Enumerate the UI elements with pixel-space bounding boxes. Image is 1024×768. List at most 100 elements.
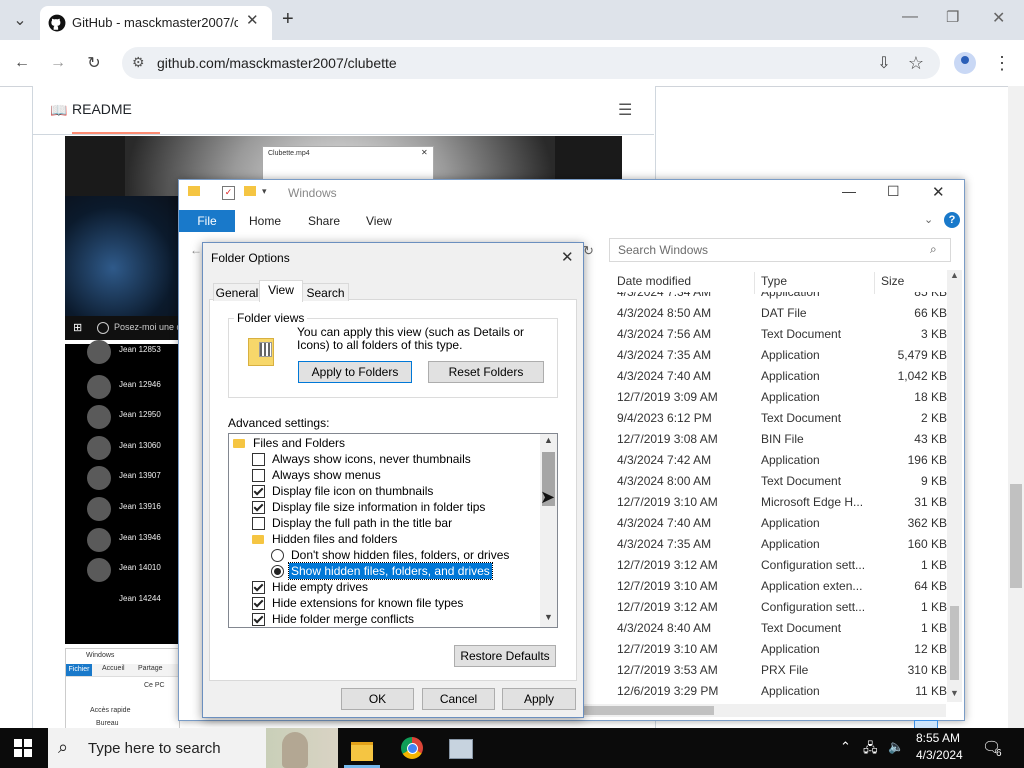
file-list-hscrollbar[interactable] xyxy=(584,704,946,717)
radio-button[interactable] xyxy=(271,549,284,562)
file-list-scrollbar-thumb[interactable] xyxy=(950,606,959,680)
ribbon-file-tab[interactable]: File xyxy=(179,210,235,232)
file-row[interactable]: 4/3/2024 7:42 AM Application 196 KB xyxy=(610,450,950,471)
browser-tab[interactable]: GitHub - masckmaster2007/clu ✕ xyxy=(40,6,272,40)
column-size[interactable]: Size xyxy=(881,268,904,294)
file-list-scrollbar[interactable]: ▲ ▼ xyxy=(947,270,962,702)
explorer-maximize-icon[interactable]: ☐ xyxy=(887,183,900,200)
file-row[interactable]: 12/6/2019 3:29 PM Application 11 KB xyxy=(610,681,950,702)
advanced-settings-list[interactable]: Files and Folders Always show icons, neve… xyxy=(228,433,558,628)
explorer-search-box[interactable]: Search Windows ⌕ xyxy=(609,238,951,262)
file-row[interactable]: 4/3/2024 7:56 AM Text Document 3 KB xyxy=(610,324,950,345)
checkbox[interactable] xyxy=(252,501,265,514)
tab-close-icon[interactable]: ✕ xyxy=(246,11,259,29)
file-row[interactable]: 12/7/2019 3:08 AM BIN File 43 KB xyxy=(610,429,950,450)
advanced-setting-item[interactable]: Display file icon on thumbnails xyxy=(229,483,539,499)
scroll-up-arrow-icon[interactable]: ▲ xyxy=(950,270,959,280)
explorer-back-arrow-icon[interactable]: ← xyxy=(190,243,202,257)
ribbon-share-tab[interactable]: Share xyxy=(308,214,340,228)
ribbon-expand-chevron-icon[interactable]: ⌄ xyxy=(924,213,933,226)
chrome-taskbar-icon[interactable] xyxy=(401,737,423,759)
apply-to-folders-button[interactable]: Apply to Folders xyxy=(298,361,412,383)
volume-muted-icon[interactable]: 🔈 xyxy=(888,739,904,755)
scroll-down-arrow-icon[interactable]: ▼ xyxy=(950,688,959,698)
clock-time[interactable]: 8:55 AM xyxy=(916,731,960,745)
checkbox[interactable] xyxy=(252,613,265,626)
reload-icon[interactable]: ↻ xyxy=(80,49,108,77)
advanced-setting-item[interactable]: Display the full path in the title bar xyxy=(229,515,539,531)
show-hidden-icons-chevron-icon[interactable]: ⌃ xyxy=(840,739,851,755)
file-row[interactable]: 12/7/2019 3:12 AM Configuration sett... 1 … xyxy=(610,555,950,576)
readme-tab[interactable]: README xyxy=(72,101,160,134)
ribbon-view-tab[interactable]: View xyxy=(366,214,392,228)
checkbox[interactable] xyxy=(252,453,265,466)
advanced-setting-item[interactable]: Always show menus xyxy=(229,467,539,483)
file-list-hscrollbar-thumb[interactable] xyxy=(584,706,714,715)
tab-view[interactable]: View xyxy=(259,280,303,302)
file-explorer-taskbar-icon[interactable] xyxy=(346,740,378,761)
column-type[interactable]: Type xyxy=(761,268,787,294)
advanced-setting-item[interactable]: Don't show hidden files, folders, or dri… xyxy=(229,547,539,563)
file-row[interactable]: 4/3/2024 7:35 AM Application 160 KB xyxy=(610,534,950,555)
file-row[interactable]: 12/7/2019 3:09 AM Application 18 KB xyxy=(610,387,950,408)
clock-date[interactable]: 4/3/2024 xyxy=(916,748,963,762)
window-close-icon[interactable]: ✕ xyxy=(992,8,1005,28)
minimize-icon[interactable]: — xyxy=(902,8,918,26)
advanced-setting-item[interactable]: Hidden files and folders xyxy=(229,531,539,547)
checkbox[interactable] xyxy=(252,469,265,482)
column-date-modified[interactable]: Date modified xyxy=(617,268,691,294)
file-row[interactable]: 4/3/2024 7:40 AM Application 362 KB xyxy=(610,513,950,534)
file-row[interactable]: 12/7/2019 3:10 AM Application exten... 64 … xyxy=(610,576,950,597)
file-row[interactable]: 4/3/2024 8:40 AM Text Document 1 KB xyxy=(610,618,950,639)
reset-folders-button[interactable]: Reset Folders xyxy=(428,361,544,383)
tab-search[interactable]: Search xyxy=(302,283,349,301)
explorer-search-icon[interactable]: ⌕ xyxy=(930,242,937,257)
checkbox[interactable] xyxy=(252,597,265,610)
taskbar-search-box[interactable]: ⌕ Type here to search xyxy=(48,728,338,768)
file-row[interactable]: 12/7/2019 3:10 AM Microsoft Edge H... 31 K… xyxy=(610,492,950,513)
page-scrollbar[interactable] xyxy=(1008,86,1024,732)
site-info-icon[interactable]: ⚙ xyxy=(132,54,145,71)
explorer-close-icon[interactable]: ✕ xyxy=(932,183,945,201)
adv-scroll-up-icon[interactable]: ▲ xyxy=(544,435,553,445)
page-scrollbar-thumb[interactable] xyxy=(1010,484,1022,588)
restore-defaults-button[interactable]: Restore Defaults xyxy=(454,645,556,667)
tab-general[interactable]: General xyxy=(213,283,261,301)
advanced-setting-item[interactable]: Always show icons, never thumbnails xyxy=(229,451,539,467)
radio-button[interactable] xyxy=(271,565,284,578)
cancel-button[interactable]: Cancel xyxy=(422,688,495,710)
ribbon-home-tab[interactable]: Home xyxy=(249,214,281,228)
app-taskbar-icon[interactable] xyxy=(449,739,473,759)
new-folder-icon[interactable] xyxy=(244,186,256,196)
quick-access-dropdown-icon[interactable]: ▾ xyxy=(262,186,267,197)
apply-button[interactable]: Apply xyxy=(502,688,576,710)
forward-arrow-icon[interactable]: → xyxy=(44,49,72,77)
file-row[interactable]: 12/7/2019 3:10 AM Application 12 KB xyxy=(610,639,950,660)
file-row[interactable]: 4/3/2024 7:35 AM Application 5,479 KB xyxy=(610,345,950,366)
tab-search-chevron-icon[interactable]: ⌄ xyxy=(6,6,34,34)
checkbox[interactable] xyxy=(252,581,265,594)
advanced-setting-item[interactable]: Show hidden files, folders, and drives xyxy=(229,562,539,580)
checkbox[interactable] xyxy=(252,485,265,498)
explorer-refresh-icon[interactable]: ↻ xyxy=(583,243,594,259)
file-row[interactable]: 9/4/2023 6:12 PM Text Document 2 KB xyxy=(610,408,950,429)
file-row[interactable]: 4/3/2024 7:34 AM Application 85 KB xyxy=(610,292,950,303)
checkbox[interactable] xyxy=(252,517,265,530)
menu-kebab-icon[interactable]: ⋮ xyxy=(988,49,1016,77)
advanced-setting-item[interactable]: Display file size information in folder … xyxy=(229,499,539,515)
install-app-icon[interactable]: ⇩ xyxy=(870,49,898,77)
help-icon[interactable]: ? xyxy=(944,212,960,228)
explorer-minimize-icon[interactable]: — xyxy=(842,183,856,199)
ok-button[interactable]: OK xyxy=(341,688,414,710)
address-bar[interactable]: ⚙ github.com/masckmaster2007/clubette xyxy=(122,47,940,79)
properties-check-icon[interactable]: ✓ xyxy=(222,186,235,200)
file-row[interactable]: 4/3/2024 7:40 AM Application 1,042 KB xyxy=(610,366,950,387)
file-row[interactable]: 12/7/2019 3:12 AM Configuration sett... 1 … xyxy=(610,597,950,618)
file-row[interactable]: 4/3/2024 8:00 AM Text Document 9 KB xyxy=(610,471,950,492)
advanced-setting-item[interactable]: Hide extensions for known file types xyxy=(229,595,539,611)
network-icon[interactable]: 🖧 xyxy=(863,739,878,761)
dialog-close-icon[interactable]: ✕ xyxy=(561,248,574,266)
restore-icon[interactable]: ❐ xyxy=(946,8,959,26)
advanced-setting-item[interactable]: Files and Folders xyxy=(229,435,539,451)
start-windows-icon[interactable] xyxy=(14,739,32,757)
